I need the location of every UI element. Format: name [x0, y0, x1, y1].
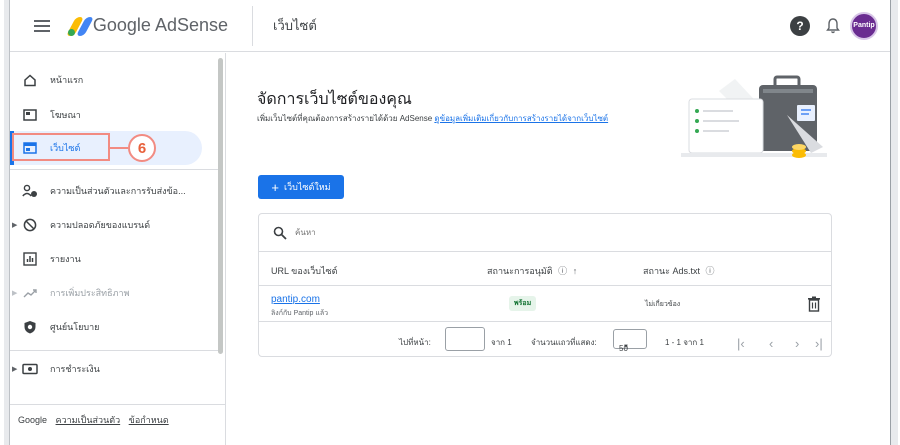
sidebar-item-payments[interactable]: ▶ การชำระเงิน — [10, 352, 202, 386]
sites-table-card: URL ของเว็บไซต์ สถานะการอนุมัติ ⓘ ↑ สถาน… — [258, 213, 832, 357]
description-text: เพิ่มเว็บไซต์ที่คุณต้องการสร้างรายได้ด้ว… — [257, 114, 433, 123]
column-header-ads-txt-label: สถานะ Ads.txt — [643, 266, 700, 276]
search-bar[interactable] — [259, 214, 831, 252]
avatar[interactable]: Pantip — [850, 11, 878, 40]
footer-brand: Google — [18, 415, 48, 425]
site-url-link[interactable]: pantip.com — [271, 294, 320, 305]
new-site-button[interactable]: + เว็บไซต์ใหม่ — [258, 175, 344, 199]
expand-caret-icon[interactable]: ▶ — [12, 289, 17, 297]
sidebar-item-label: ศูนย์นโยบาย — [50, 322, 100, 332]
table-header: URL ของเว็บไซต์ สถานะการอนุมัติ ⓘ ↑ สถาน… — [259, 252, 831, 286]
menu-icon[interactable] — [22, 6, 62, 46]
new-site-label: เว็บไซต์ใหม่ — [284, 182, 331, 192]
search-input[interactable] — [295, 228, 595, 237]
main-content: จัดการเว็บไซต์ของคุณ เพิ่มเว็บไซต์ที่คุณ… — [227, 53, 890, 445]
sidebar-item-label: การชำระเงิน — [50, 364, 100, 374]
delete-icon[interactable] — [807, 296, 821, 312]
expand-caret-icon[interactable]: ▶ — [12, 365, 17, 373]
sidebar-item-label: ความเป็นส่วนตัวและการรับส่งข้อ... — [50, 186, 186, 196]
prev-page-icon[interactable]: ‹ — [769, 336, 773, 351]
sidebar-item-home[interactable]: หน้าแรก — [10, 63, 202, 97]
ads-txt-status: ไม่เกี่ยวข้อง — [645, 301, 681, 308]
search-icon — [273, 226, 287, 240]
sidebar-divider — [10, 350, 220, 351]
column-header-url[interactable]: URL ของเว็บไซต์ — [271, 264, 337, 278]
sidebar-item-reports[interactable]: รายงาน — [10, 242, 202, 276]
policy-icon — [22, 319, 38, 335]
notifications-icon[interactable] — [822, 15, 844, 37]
sites-illustration — [681, 75, 827, 158]
tutorial-connector — [110, 147, 128, 149]
sidebar-item-policy-center[interactable]: ศูนย์นโยบาย — [10, 310, 202, 344]
page-heading: จัดการเว็บไซต์ของคุณ — [257, 91, 412, 108]
goto-page-input[interactable] — [445, 327, 485, 351]
trending-icon — [22, 285, 38, 301]
adsense-logo-mark — [65, 16, 95, 36]
rows-per-page-label: จำนวนแถวที่แสดง: — [531, 338, 597, 347]
home-icon — [22, 72, 38, 88]
page-description: เพิ่มเว็บไซต์ที่คุณต้องการสร้างรายได้ด้ว… — [257, 113, 647, 125]
tutorial-step-badge: 6 — [128, 134, 156, 162]
sidebar-item-label: การเพิ่มประสิทธิภาพ — [50, 288, 130, 298]
next-page-icon[interactable]: › — [795, 336, 799, 351]
page-title: เว็บไซต์ — [273, 18, 317, 33]
sidebar-divider — [10, 169, 220, 170]
terms-link[interactable]: ข้อกำหนด — [129, 415, 169, 425]
block-icon — [22, 217, 38, 233]
sidebar-item-label: รายงาน — [50, 254, 81, 264]
column-header-ads-txt[interactable]: สถานะ Ads.txt ⓘ — [643, 264, 715, 278]
sidebar-scrollbar[interactable] — [218, 58, 223, 354]
sidebar-footer-divider — [10, 404, 226, 405]
privacy-icon — [22, 183, 38, 199]
rows-per-page-select[interactable]: 50 ▼ — [613, 329, 647, 353]
payments-icon — [22, 361, 38, 377]
plus-icon: + — [271, 179, 279, 195]
learn-more-link[interactable]: ดูข้อมูลเพิ่มเติมเกี่ยวกับการสร้างรายได้… — [434, 114, 608, 123]
reports-icon — [22, 251, 38, 267]
sidebar-item-privacy[interactable]: ความเป็นส่วนตัวและการรับส่งข้อ... — [10, 174, 202, 208]
sidebar-item-label: หน้าแรก — [50, 75, 84, 85]
column-header-approval[interactable]: สถานะการอนุมัติ ⓘ ↑ — [487, 264, 577, 278]
tutorial-highlight-box — [12, 133, 110, 161]
table-row: pantip.com ลิงก์กับ Pantip แล้ว พร้อม ไม… — [259, 286, 831, 322]
column-header-approval-label: สถานะการอนุมัติ — [487, 266, 553, 276]
page-range: 1 - 1 จาก 1 — [665, 338, 704, 347]
sidebar-item-label: ความปลอดภัยของแบรนด์ — [50, 220, 151, 230]
sort-arrow-up-icon[interactable]: ↑ — [573, 266, 578, 276]
sidebar-item-optimization[interactable]: ▶ การเพิ่มประสิทธิภาพ — [10, 276, 202, 310]
app-name: Google AdSense — [92, 15, 228, 35]
sidebar-item-ads[interactable]: โฆษณา — [10, 98, 202, 132]
sidebar-item-label: โฆษณา — [50, 110, 81, 120]
first-page-icon[interactable]: |‹ — [737, 336, 745, 351]
page-total: จาก 1 — [491, 338, 512, 347]
sidebar-item-brand-safety[interactable]: ▶ ความปลอดภัยของแบรนด์ — [10, 208, 202, 242]
privacy-link[interactable]: ความเป็นส่วนตัว — [56, 415, 121, 425]
adsense-logo[interactable]: Google AdSense — [65, 15, 228, 36]
dropdown-arrow-icon: ▼ — [623, 344, 629, 350]
help-circle-icon[interactable]: ⓘ — [706, 266, 715, 276]
site-linked-note: ลิงก์กับ Pantip แล้ว — [271, 310, 329, 317]
expand-caret-icon[interactable]: ▶ — [12, 221, 17, 229]
last-page-icon[interactable]: ›| — [815, 336, 823, 351]
goto-page-label: ไปที่หน้า: — [399, 338, 431, 347]
sidebar-nav: หน้าแรก โฆษณา เว็บไซต์ ความเป็นส่วนตัวแล… — [10, 53, 226, 445]
pagination-bar: ไปที่หน้า: จาก 1 จำนวนแถวที่แสดง: 50 ▼ 1… — [259, 322, 831, 356]
help-circle-icon[interactable]: ⓘ — [558, 266, 567, 276]
top-app-bar: Google AdSense เว็บไซต์ ? Pantip — [10, 0, 890, 52]
header-divider — [252, 5, 253, 46]
help-icon[interactable]: ? — [790, 15, 810, 36]
approval-status-badge: พร้อม — [509, 296, 537, 311]
sidebar-footer: Google ความเป็นส่วนตัว ข้อกำหนด — [18, 413, 169, 427]
ads-icon — [22, 107, 38, 123]
window-frame-right — [890, 0, 898, 445]
